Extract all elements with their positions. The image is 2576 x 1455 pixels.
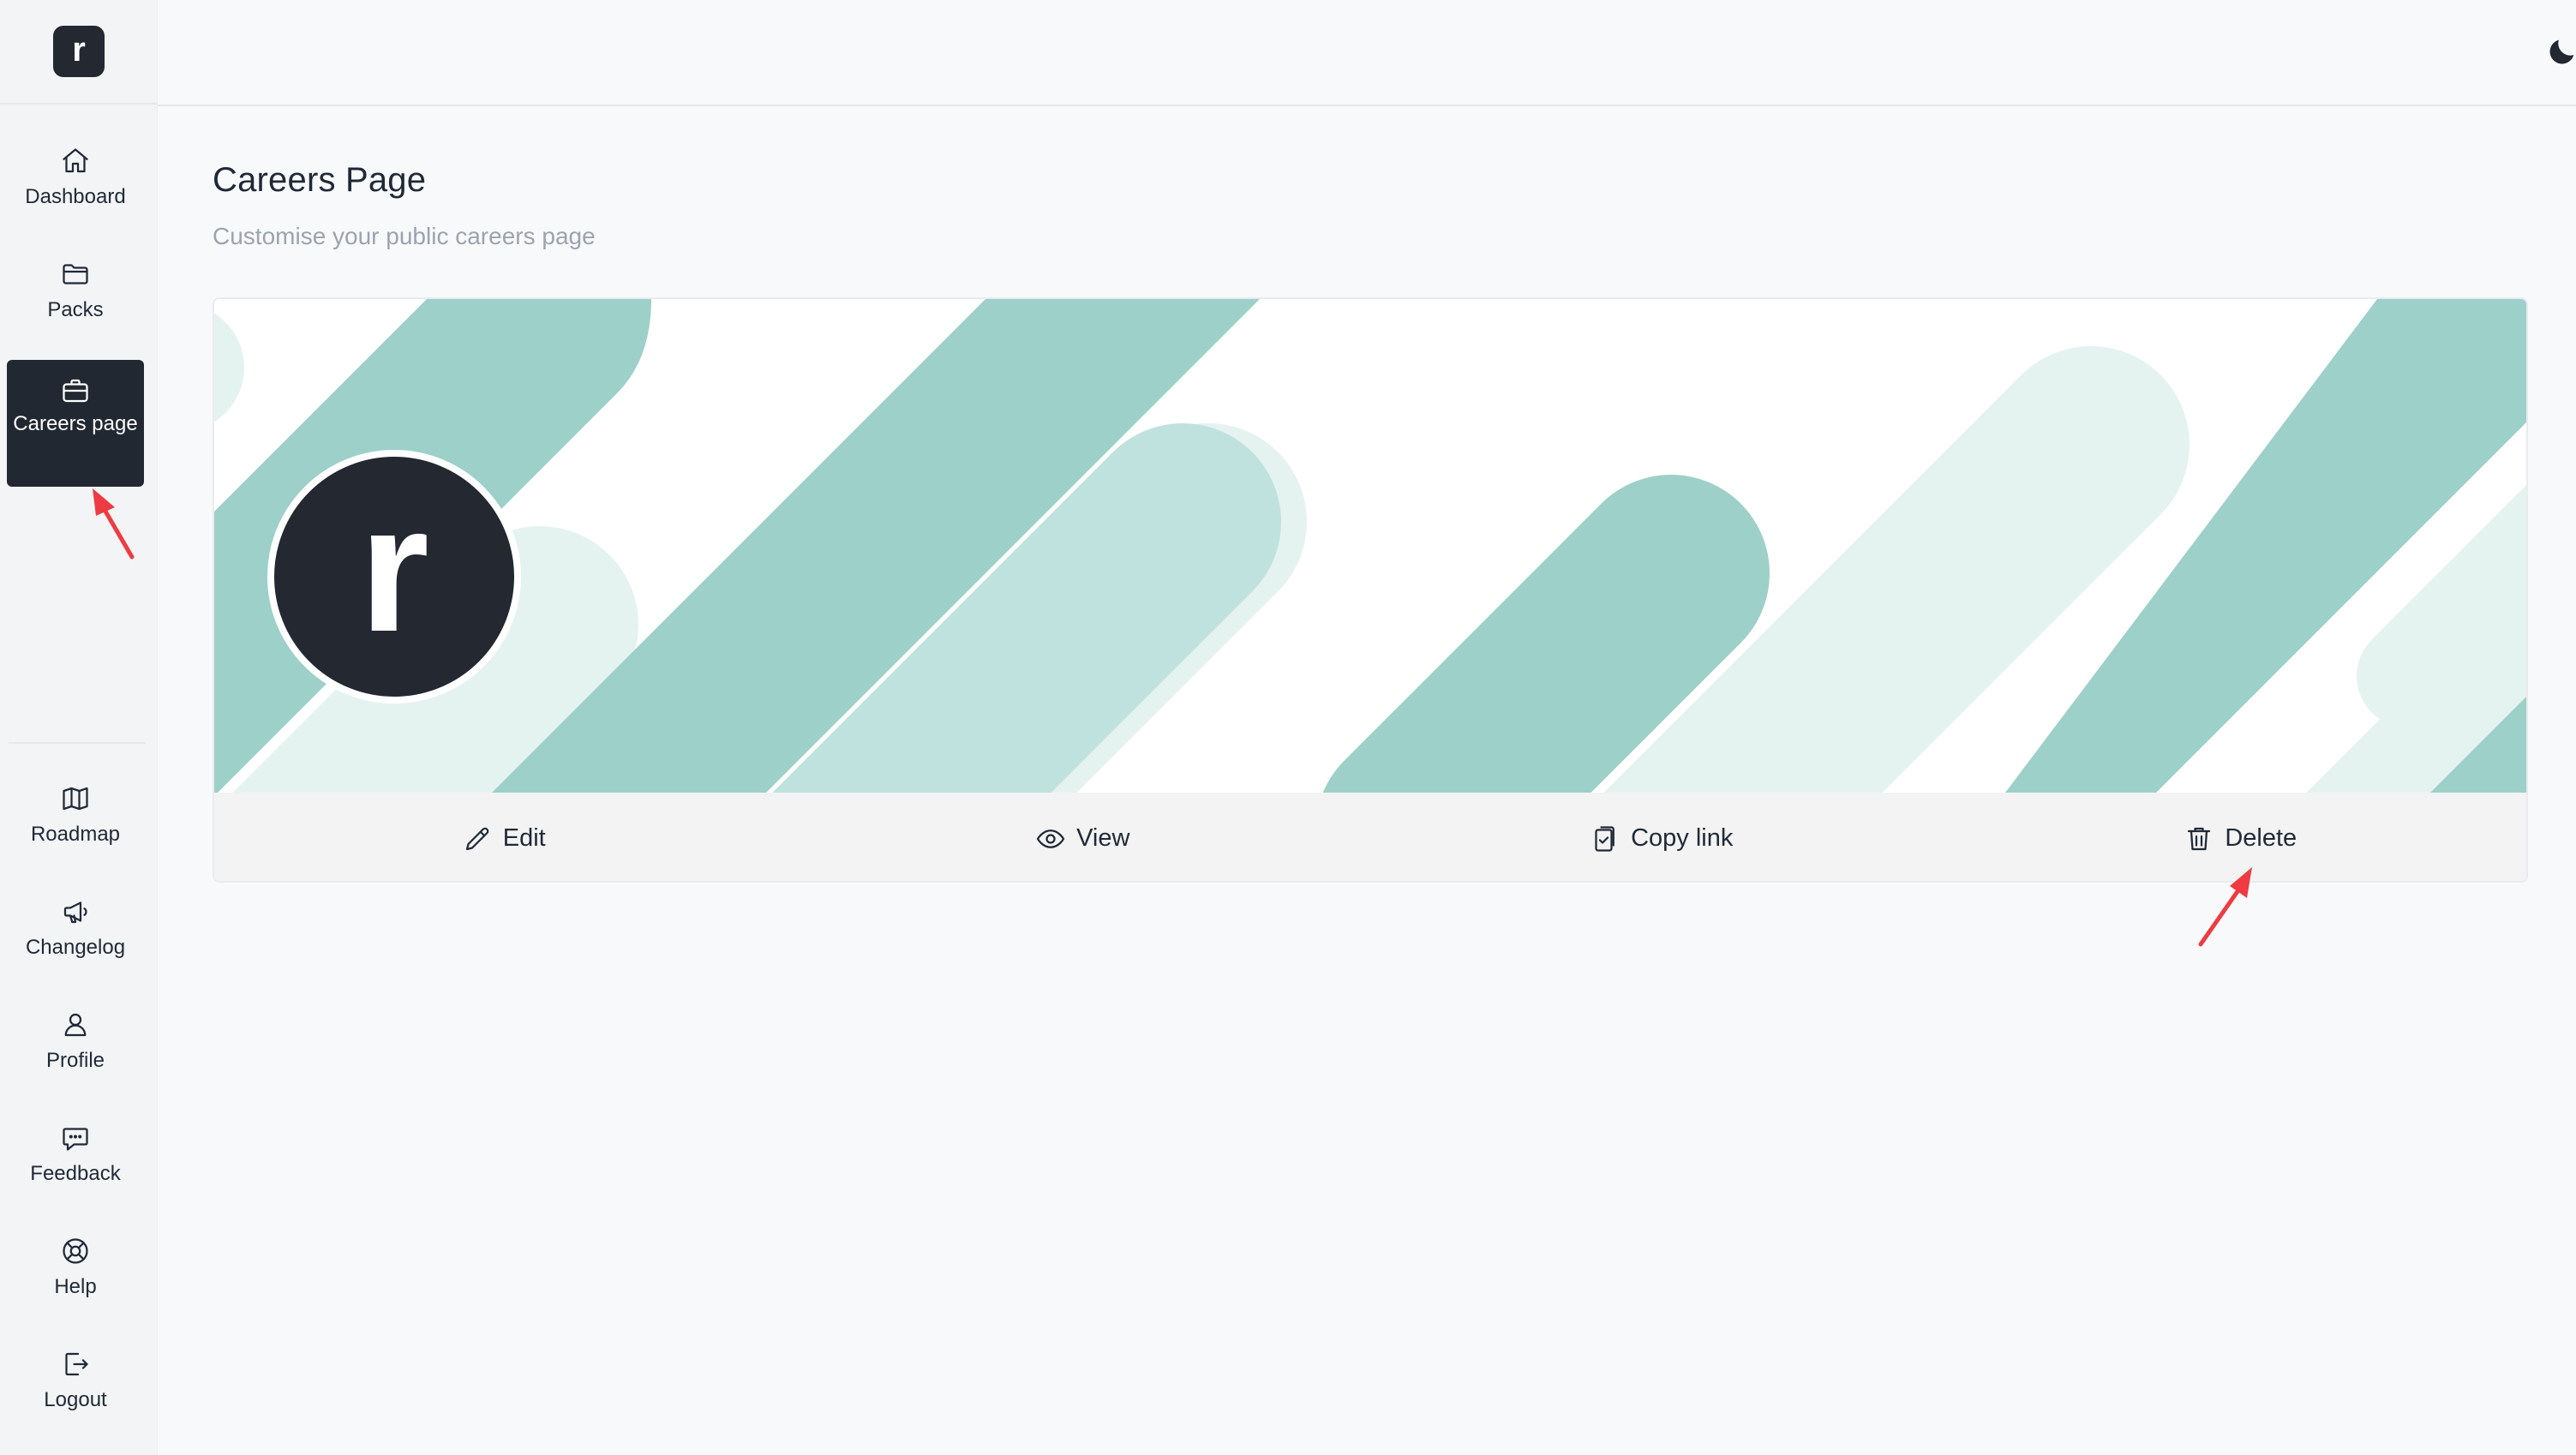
banner-image — [214, 299, 2526, 793]
sidebar-item-profile[interactable]: Profile — [7, 1008, 144, 1090]
lifebuoy-icon — [58, 1234, 93, 1268]
delete-button[interactable]: Delete — [1951, 793, 2527, 881]
theme-toggle-button[interactable] — [2542, 31, 2576, 72]
eye-icon — [1036, 829, 1065, 848]
card-actions: Edit View Copy link Delete — [214, 793, 2527, 881]
edit-label: Edit — [502, 824, 546, 852]
sidebar-item-help[interactable]: Help — [7, 1234, 144, 1316]
sidebar-item-logout[interactable]: Logout — [7, 1347, 144, 1429]
sidebar-item-label: Changelog — [25, 936, 126, 959]
page-title: Careers Page — [213, 161, 427, 199]
app-root: r Dashboard Packs Careers page Roadmap C… — [0, 0, 2576, 1455]
company-logo: r — [267, 450, 521, 704]
trash-icon — [2188, 827, 2211, 850]
sidebar-item-label: Roadmap — [30, 823, 121, 846]
sidebar-item-changelog[interactable]: Changelog — [7, 895, 144, 977]
moon-icon — [2549, 39, 2574, 64]
delete-label: Delete — [2225, 824, 2297, 852]
megaphone-icon — [58, 895, 93, 929]
logout-icon — [58, 1347, 93, 1381]
clipboard-icon — [1595, 825, 1614, 852]
home-icon — [58, 144, 93, 178]
topbar: AI — [158, 0, 2576, 106]
sidebar-item-label: Careers page — [13, 412, 138, 435]
sidebar-item-packs[interactable]: Packs — [7, 257, 144, 339]
sidebar: r Dashboard Packs Careers page Roadmap C… — [0, 0, 158, 1455]
user-icon — [58, 1008, 93, 1042]
sidebar-item-feedback[interactable]: Feedback — [7, 1121, 144, 1203]
briefcase-icon — [58, 374, 93, 408]
folder-icon — [58, 257, 93, 291]
careers-page-card: r Edit View Copy link Delete — [213, 297, 2528, 883]
copy-link-button[interactable]: Copy link — [1372, 793, 1951, 881]
sidebar-item-label: Feedback — [30, 1162, 121, 1185]
logo-area: r — [0, 0, 158, 105]
app-logo[interactable]: r — [53, 26, 105, 77]
chat-icon — [58, 1121, 93, 1155]
view-button[interactable]: View — [794, 793, 1373, 881]
map-icon — [58, 781, 93, 816]
sidebar-item-dashboard[interactable]: Dashboard — [7, 144, 144, 226]
sidebar-item-label: Packs — [47, 298, 104, 321]
copy-link-label: Copy link — [1631, 824, 1734, 852]
edit-button[interactable]: Edit — [214, 793, 794, 881]
sidebar-divider — [9, 742, 146, 744]
view-label: View — [1076, 824, 1130, 852]
page-subtitle: Customise your public careers page — [213, 223, 596, 249]
sidebar-item-careers-page[interactable]: Careers page — [7, 360, 144, 487]
sidebar-item-label: Logout — [44, 1388, 107, 1411]
sidebar-item-label: Help — [54, 1275, 97, 1298]
pencil-icon — [465, 827, 489, 850]
sidebar-item-label: Dashboard — [25, 185, 126, 208]
sidebar-item-roadmap[interactable]: Roadmap — [7, 781, 144, 864]
sidebar-item-label: Profile — [45, 1049, 105, 1072]
